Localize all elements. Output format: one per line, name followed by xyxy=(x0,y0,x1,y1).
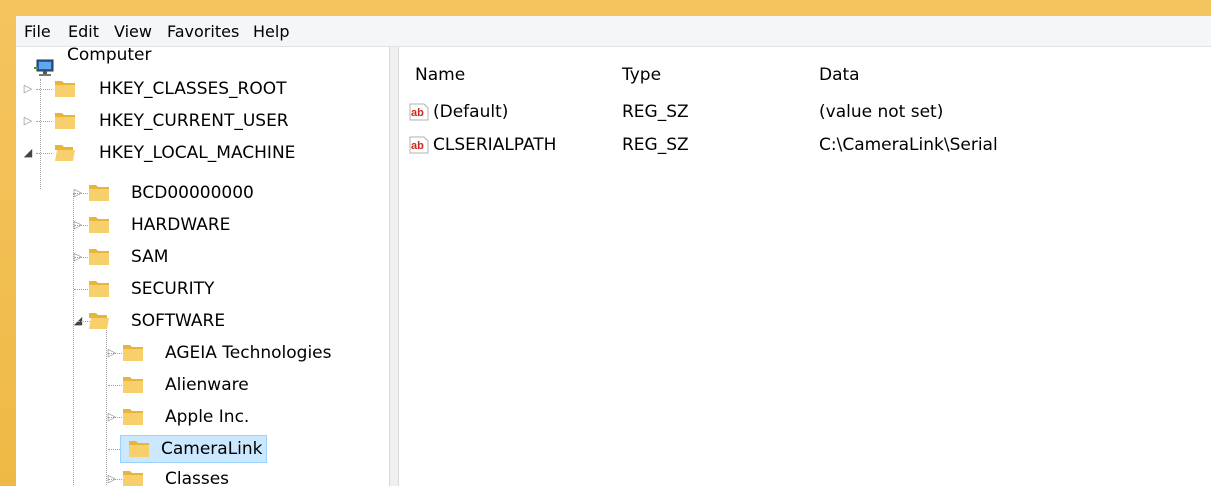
folder-icon xyxy=(123,345,143,361)
string-value-icon: ab xyxy=(409,103,429,121)
tree-label: AGEIA Technologies xyxy=(165,343,332,363)
tree-label: Classes xyxy=(165,469,230,486)
values-list[interactable]: Name Type Data ab (Default) REG_SZ (valu… xyxy=(398,47,1211,486)
column-header-name[interactable]: Name xyxy=(415,65,465,85)
menu-file[interactable]: File xyxy=(24,22,51,41)
menu-edit[interactable]: Edit xyxy=(68,22,99,41)
collapse-arrow-icon[interactable]: ◢ xyxy=(22,147,34,159)
expand-arrow-icon[interactable]: ▷ xyxy=(22,115,34,127)
expand-arrow-icon[interactable]: ▷ xyxy=(22,83,34,95)
tree-label: HKEY_CLASSES_ROOT xyxy=(99,79,287,99)
window-frame-left xyxy=(0,0,16,486)
menu-view[interactable]: View xyxy=(114,22,152,41)
value-data: (value not set) xyxy=(819,102,944,122)
menu-favorites[interactable]: Favorites xyxy=(167,22,239,41)
folder-icon xyxy=(123,377,143,393)
folder-open-icon xyxy=(55,145,75,161)
folder-icon xyxy=(123,409,143,425)
column-header-data[interactable]: Data xyxy=(819,65,860,85)
folder-icon xyxy=(89,281,109,297)
value-type: REG_SZ xyxy=(622,135,689,155)
tree-label: Apple Inc. xyxy=(165,407,250,427)
tree-label: Computer xyxy=(67,47,152,65)
registry-tree[interactable]: Computer ▷ HKEY_CLASSES_ROOT ▷ HKEY_CURR… xyxy=(16,47,390,486)
tree-label: SAM xyxy=(131,247,169,267)
folder-icon xyxy=(55,81,75,97)
tree-label: BCD00000000 xyxy=(131,183,254,203)
folder-icon xyxy=(89,249,109,265)
value-name: CLSERIALPATH xyxy=(433,135,557,155)
tree-label: HKEY_LOCAL_MACHINE xyxy=(99,143,296,163)
svg-text:ab: ab xyxy=(411,140,424,152)
computer-icon xyxy=(34,59,54,76)
menu-bar: File Edit View Favorites Help xyxy=(16,16,1211,47)
folder-icon xyxy=(129,441,149,457)
folder-icon xyxy=(89,217,109,233)
folder-open-icon xyxy=(89,313,109,329)
tree-label: HARDWARE xyxy=(131,215,231,235)
tree-label: SECURITY xyxy=(131,279,215,299)
tree-label: SOFTWARE xyxy=(131,311,226,331)
folder-icon xyxy=(89,185,109,201)
pane-splitter[interactable] xyxy=(390,47,398,486)
string-value-icon: ab xyxy=(409,136,429,154)
value-name: (Default) xyxy=(433,102,509,122)
folder-icon xyxy=(55,113,75,129)
tree-label: Alienware xyxy=(165,375,249,395)
value-row[interactable]: ab (Default) REG_SZ (value not set) xyxy=(399,98,1211,126)
tree-label: HKEY_CURRENT_USER xyxy=(99,111,289,131)
menu-help[interactable]: Help xyxy=(253,22,289,41)
value-row[interactable]: ab CLSERIALPATH REG_SZ C:\CameraLink\Ser… xyxy=(399,131,1211,159)
window-frame-top xyxy=(0,0,1211,16)
folder-icon xyxy=(123,471,143,486)
column-header-type[interactable]: Type xyxy=(622,65,661,85)
value-type: REG_SZ xyxy=(622,102,689,122)
value-data: C:\CameraLink\Serial xyxy=(819,135,998,155)
svg-text:ab: ab xyxy=(411,107,424,119)
